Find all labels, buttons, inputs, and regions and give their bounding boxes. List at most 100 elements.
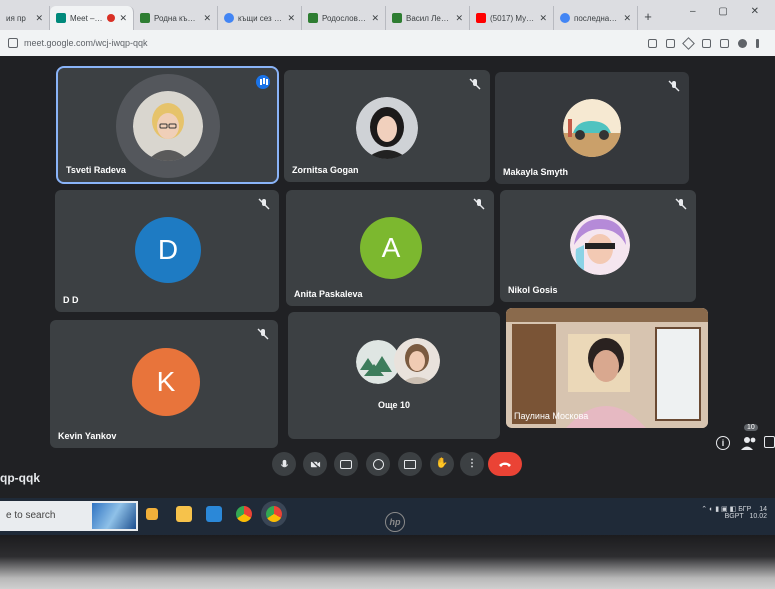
photo-scene: ия пр✕ Meet – wcj-✕ Родна къща – /✕ къщи… <box>0 0 775 589</box>
page-icon <box>308 13 318 23</box>
participant-name: Zornitsa Gogan <box>292 165 359 175</box>
close-icon[interactable]: ✕ <box>623 13 631 24</box>
chrome-icon[interactable] <box>236 506 252 522</box>
window-controls[interactable]: – ▢ ✕ <box>690 6 769 17</box>
close-icon[interactable]: ✕ <box>287 13 295 24</box>
more-vert-icon: ⋮ <box>467 458 477 469</box>
task-view-icon[interactable] <box>146 508 158 520</box>
participant-tile[interactable]: Zornitsa Gogan <box>284 70 490 182</box>
participant-tile[interactable]: K Kevin Yankov <box>50 320 278 448</box>
language-indicator[interactable]: БГР <box>738 506 751 513</box>
translate-icon[interactable] <box>666 38 675 48</box>
page-icon <box>140 13 150 23</box>
menu-icon[interactable] <box>756 38 759 48</box>
tray-icons[interactable]: ⌃ ◐ ▮ ▣ ◧ <box>701 506 738 513</box>
close-icon[interactable]: ✕ <box>455 13 463 24</box>
system-tray[interactable]: ⌃ ◐ ▮ ▣ ◧ БГР 14 BGPT 10.02 <box>701 505 767 520</box>
hand-icon: ✋ <box>435 458 449 469</box>
laptop-bezel <box>0 535 775 589</box>
lock-icon[interactable] <box>8 38 18 48</box>
mic-off-icon <box>473 198 485 210</box>
letter-avatar: D <box>135 217 201 283</box>
url-text[interactable]: meet.google.com/wcj-iwqp-qqk <box>24 38 648 48</box>
browser-tab[interactable]: ия пр ✕ <box>0 6 50 30</box>
mic-off-icon <box>469 78 481 90</box>
close-icon[interactable]: ✕ <box>539 13 547 24</box>
browser-tab-active[interactable]: Meet – wcj-✕ <box>50 6 134 30</box>
browser-tab[interactable]: къщи сез – G ✕ <box>218 6 302 30</box>
extensions-icon[interactable] <box>702 38 711 48</box>
browser-tab[interactable]: (5017) Музика✕ <box>470 6 554 30</box>
clock-date: 10.02 <box>749 513 767 520</box>
search-placeholder: e to search <box>6 510 56 521</box>
close-icon[interactable]: ✕ <box>203 13 211 24</box>
letter-avatar: A <box>360 217 422 279</box>
camera-button[interactable] <box>303 452 327 476</box>
participant-tile[interactable]: Makayla Smyth <box>495 72 689 184</box>
camera-off-icon <box>309 458 321 470</box>
people-count-badge: 10 <box>744 424 758 431</box>
participant-name: Anita Paskaleva <box>294 289 363 299</box>
camera-icon[interactable] <box>648 38 657 48</box>
meeting-code: qp-qqk <box>0 471 40 485</box>
info-icon[interactable]: i <box>716 436 730 450</box>
others-count-label: Още 10 <box>377 400 411 410</box>
hang-up-icon <box>499 462 511 467</box>
avatar <box>394 338 440 384</box>
file-explorer-icon[interactable] <box>176 506 192 522</box>
meet-icon <box>56 13 66 23</box>
avatar <box>563 99 621 157</box>
mic-icon <box>280 459 288 467</box>
mic-button[interactable] <box>272 452 296 476</box>
google-icon <box>224 13 234 23</box>
browser-tab[interactable]: Васил Левски |✕ <box>386 6 470 30</box>
chrome-active-icon[interactable] <box>266 506 282 522</box>
browser-tab[interactable]: последната си✕ <box>554 6 638 30</box>
participant-tile[interactable]: D D D <box>55 190 279 312</box>
captions-icon <box>340 459 352 469</box>
browser-tab[interactable]: Родословие – /✕ <box>302 6 386 30</box>
close-icon[interactable]: ✕ <box>119 13 127 24</box>
captions-button[interactable] <box>334 452 358 476</box>
browser-tab[interactable]: Родна къща – /✕ <box>134 6 218 30</box>
recording-icon <box>107 14 116 22</box>
page-icon <box>392 13 402 23</box>
taskbar-search-box[interactable]: e to search <box>0 501 138 531</box>
profile-icon[interactable] <box>738 38 747 48</box>
avatar <box>356 97 418 159</box>
close-icon[interactable]: ✕ <box>371 13 379 24</box>
chat-icon[interactable] <box>764 436 775 448</box>
leave-call-button[interactable] <box>488 452 522 476</box>
language-sub: BGPT <box>724 513 744 520</box>
participant-tile[interactable]: Nikol Gosis <box>500 190 696 302</box>
others-tile[interactable]: Още 10 <box>288 312 500 439</box>
avatar <box>570 215 630 275</box>
close-icon[interactable]: ✕ <box>35 13 43 24</box>
address-bar: meet.google.com/wcj-iwqp-qqk <box>0 30 775 56</box>
tab-search-icon[interactable] <box>720 38 729 48</box>
more-options-button[interactable]: ⋮ <box>460 452 484 476</box>
emoji-icon <box>372 458 384 470</box>
speaking-indicator-icon <box>256 75 270 89</box>
laptop-screen: ия пр✕ Meet – wcj-✕ Родна къща – /✕ къщи… <box>0 0 775 535</box>
search-highlight-image <box>92 503 136 529</box>
participant-tile[interactable]: A Anita Paskaleva <box>286 190 494 306</box>
video-feed <box>506 308 708 428</box>
people-icon[interactable] <box>740 435 758 451</box>
star-icon[interactable] <box>682 36 695 50</box>
participant-tile[interactable]: Tsveti Radeva <box>56 66 279 184</box>
mic-off-icon <box>675 198 687 210</box>
self-video-tile[interactable]: Паулина Москова <box>506 308 708 428</box>
mic-off-icon <box>668 80 680 92</box>
participant-name: Makayla Smyth <box>503 167 569 177</box>
present-button[interactable] <box>398 452 422 476</box>
avatar <box>133 91 203 161</box>
reactions-button[interactable] <box>366 452 390 476</box>
address-bar-icons <box>648 36 759 50</box>
new-tab-button[interactable]: + <box>638 6 658 30</box>
raise-hand-button[interactable]: ✋ <box>430 452 454 476</box>
store-icon[interactable] <box>206 506 222 522</box>
hp-logo: hp <box>385 512 405 532</box>
google-icon <box>560 13 570 23</box>
clock-time[interactable]: 14 <box>759 506 767 513</box>
